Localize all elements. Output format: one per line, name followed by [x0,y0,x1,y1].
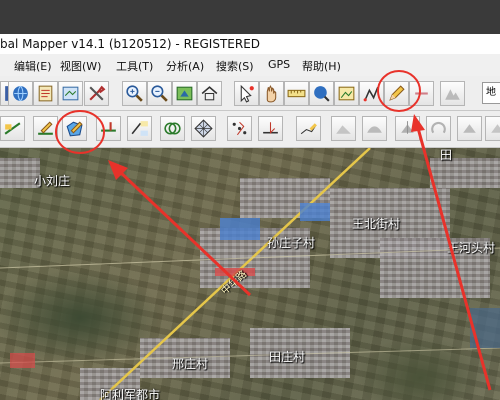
search-input[interactable]: 地 [482,82,500,104]
dash-icon [415,92,428,95]
vertex-icon [300,123,317,135]
home-icon [201,86,218,101]
rotate-icon [431,121,446,134]
zoom-out-button[interactable] [147,81,172,106]
measure-line-button[interactable] [96,116,121,141]
terrain-button[interactable] [440,81,465,106]
red-roof [10,353,35,368]
menu-edit[interactable]: 编辑(E) [14,58,52,74]
print-icon [38,85,53,102]
cut-icon [401,121,414,134]
buffer-icon [164,122,181,135]
road-line [0,347,500,364]
coordinate-icon [131,121,148,136]
online-data-button[interactable] [309,81,334,106]
split-line-button[interactable] [258,116,283,141]
area-create-icon [66,121,83,137]
menu-gps[interactable]: GPS [268,58,290,71]
label-xingzhuang: 邢庄村 [172,357,209,371]
map-image-button[interactable] [334,81,359,106]
globe-search-icon [314,86,330,102]
rotate-button[interactable] [426,116,451,141]
scale-icon [491,124,500,133]
ruler-icon [287,89,306,98]
edit-line-button[interactable] [33,116,58,141]
smooth-button[interactable] [362,116,387,141]
window-top-shadow [0,0,500,34]
move-button[interactable] [457,116,482,141]
full-extent-button[interactable] [172,81,197,106]
create-area-button[interactable] [62,116,87,141]
map-features [0,148,500,400]
water-pond [470,308,500,348]
globe-icon [13,85,28,102]
label-wangbeijie: 王北街村 [352,217,401,231]
feature-info-button[interactable] [234,81,259,106]
home-button[interactable] [197,81,222,106]
label-xiaoliuzhuang: 小刘庄 [34,174,71,188]
cut-area-button[interactable] [395,116,420,141]
export-icon [62,86,79,101]
terrain-icon [445,89,460,100]
coordinates-button[interactable] [127,116,152,141]
digitizer-button[interactable] [384,81,409,106]
vertex-edit-button[interactable] [296,116,321,141]
zoom-out-icon [151,85,168,102]
image-icon [338,86,355,101]
globe-button[interactable] [8,81,33,106]
menu-analysis[interactable]: 分析(A) [166,58,204,74]
pencil-icon [389,85,405,101]
move-icon [463,124,476,133]
wrench-icon [89,85,106,101]
menu-view[interactable]: 视图(W) [60,58,101,74]
road-line [0,247,500,269]
pointer-info-icon [240,84,254,103]
label-wanghe: 王河头村 [447,241,496,255]
pan-button[interactable] [259,81,284,106]
grid-icon [194,119,213,138]
dropdown-button[interactable] [409,81,434,106]
map-view[interactable]: 小刘庄 王北街村 王河头村 孙庄子村 邢庄村 田庄村 阿利军都市 田 中华路 [0,148,500,400]
split-icon [263,122,278,134]
label-liuzhuangzi: 孙庄子村 [267,236,316,250]
window-title: bal Mapper v14.1 (b120512) - REGISTERED [0,37,261,51]
factory-roof [300,203,330,221]
label-bottom: 阿利军都市 [100,388,161,400]
line-create-icon [4,122,21,135]
tools-button[interactable] [84,81,109,106]
hand-icon [266,84,277,103]
draw-path-button[interactable] [359,81,384,106]
select-points-button[interactable] [227,116,252,141]
factory-roof [220,218,260,240]
scale-button[interactable] [485,116,500,141]
points-icon [232,121,247,136]
buffer-button[interactable] [160,116,185,141]
export-button[interactable] [58,81,83,106]
zoom-in-button[interactable] [122,81,147,106]
reshape-icon [336,125,351,134]
full-extent-icon [176,86,193,101]
path-tool-icon [363,86,379,102]
line-edit-icon [38,121,53,135]
create-line-button[interactable] [0,116,25,141]
label-top-right: 田 [440,148,453,162]
label-tianzhuang: 田庄村 [269,350,306,364]
print-button[interactable] [33,81,58,106]
reshape-button[interactable] [331,116,356,141]
grid-button[interactable] [191,116,216,141]
menu-tools[interactable]: 工具(T) [116,58,153,74]
line-measure-icon [101,122,116,132]
menu-help[interactable]: 帮助(H) [302,58,341,74]
smooth-icon [367,126,382,133]
zoom-in-icon [126,85,143,102]
measure-button[interactable] [284,81,309,106]
menu-search[interactable]: 搜索(S) [216,58,254,74]
